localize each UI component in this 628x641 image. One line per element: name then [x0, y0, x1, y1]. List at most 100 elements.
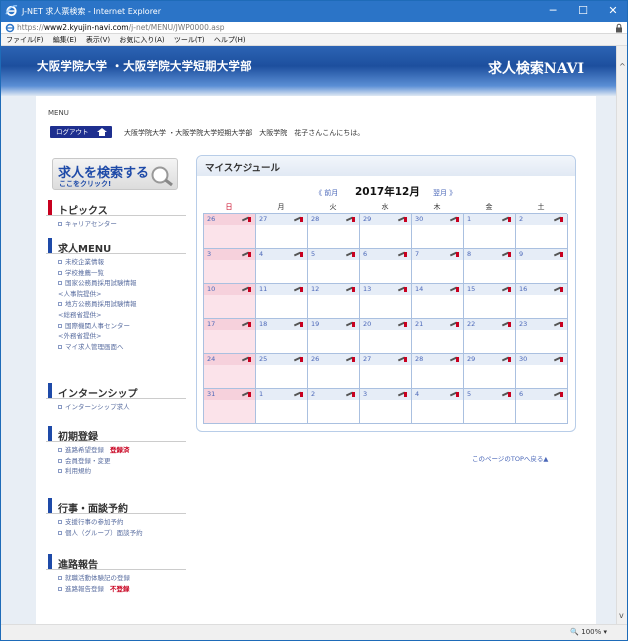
calendar-day-cell[interactable]: 17 [204, 319, 256, 354]
edit-pencil-icon[interactable] [346, 251, 355, 258]
edit-pencil-icon[interactable] [398, 251, 407, 258]
edit-pencil-icon[interactable] [294, 216, 303, 223]
edit-pencil-icon[interactable] [398, 356, 407, 363]
edit-pencil-icon[interactable] [502, 286, 511, 293]
calendar-day-cell[interactable]: 25 [256, 354, 308, 389]
edit-pencil-icon[interactable] [242, 286, 251, 293]
calendar-day-cell[interactable]: 23 [516, 319, 568, 354]
edit-pencil-icon[interactable] [346, 216, 355, 223]
edit-pencil-icon[interactable] [502, 321, 511, 328]
edit-pencil-icon[interactable] [502, 391, 511, 398]
calendar-day-cell[interactable]: 2 [516, 214, 568, 249]
edit-pencil-icon[interactable] [398, 321, 407, 328]
address-bar[interactable]: https://www2.kyujin-navi.com/j-net/MENU/… [1, 22, 627, 34]
menu-favorites[interactable]: お気に入り(A) [119, 34, 164, 46]
calendar-day-cell[interactable]: 10 [204, 284, 256, 319]
edit-pencil-icon[interactable] [346, 321, 355, 328]
calendar-day-cell[interactable]: 28 [308, 214, 360, 249]
edit-pencil-icon[interactable] [554, 286, 563, 293]
calendar-day-cell[interactable]: 24 [204, 354, 256, 389]
sidebar-link[interactable]: 学校推薦一覧 [58, 268, 186, 279]
sidebar-link[interactable]: キャリアセンター [58, 219, 186, 230]
logout-button[interactable]: ログアウト [50, 126, 112, 138]
edit-pencil-icon[interactable] [346, 356, 355, 363]
close-button[interactable]: ✕ [603, 3, 623, 19]
calendar-day-cell[interactable]: 21 [412, 319, 464, 354]
edit-pencil-icon[interactable] [398, 391, 407, 398]
maximize-button[interactable]: ☐ [573, 3, 593, 19]
sidebar-link[interactable]: 未校企業情報 [58, 257, 186, 268]
sidebar-link-provider[interactable]: <総務省提供> [58, 310, 186, 321]
calendar-day-cell[interactable]: 30 [516, 354, 568, 389]
calendar-day-cell[interactable]: 18 [256, 319, 308, 354]
calendar-day-cell[interactable]: 1 [256, 389, 308, 424]
edit-pencil-icon[interactable] [242, 216, 251, 223]
url-text[interactable]: https://www2.kyujin-navi.com/j-net/MENU/… [17, 23, 225, 32]
scroll-up-icon[interactable]: ^ [619, 62, 626, 71]
edit-pencil-icon[interactable] [450, 216, 459, 223]
sidebar-link[interactable]: 会員登録・変更 [58, 456, 186, 467]
sidebar-link[interactable]: 個人（グループ）面談予約 [58, 528, 186, 539]
sidebar-link[interactable]: 進路希望登録 登録済 [58, 445, 186, 456]
calendar-day-cell[interactable]: 22 [464, 319, 516, 354]
back-to-top-link[interactable]: このページのTOPへ戻る▲ [472, 453, 548, 463]
menu-tools[interactable]: ツール(T) [174, 34, 205, 46]
calendar-day-cell[interactable]: 9 [516, 249, 568, 284]
edit-pencil-icon[interactable] [502, 216, 511, 223]
vertical-scrollbar[interactable]: ^ v [616, 46, 627, 624]
edit-pencil-icon[interactable] [554, 356, 563, 363]
calendar-day-cell[interactable]: 20 [360, 319, 412, 354]
edit-pencil-icon[interactable] [450, 391, 459, 398]
calendar-day-cell[interactable]: 31 [204, 389, 256, 424]
menu-help[interactable]: ヘルプ(H) [214, 34, 246, 46]
menu-file[interactable]: ファイル(F) [6, 34, 44, 46]
edit-pencil-icon[interactable] [502, 356, 511, 363]
calendar-day-cell[interactable]: 15 [464, 284, 516, 319]
sidebar-link[interactable]: 就職活動体験記の登録 [58, 573, 186, 584]
calendar-day-cell[interactable]: 3 [204, 249, 256, 284]
sidebar-link[interactable]: 進路報告登録 不登録 [58, 584, 186, 595]
edit-pencil-icon[interactable] [554, 216, 563, 223]
edit-pencil-icon[interactable] [294, 391, 303, 398]
edit-pencil-icon[interactable] [450, 321, 459, 328]
sidebar-link[interactable]: 地方公務員採用試験情報 [58, 299, 186, 310]
edit-pencil-icon[interactable] [242, 356, 251, 363]
edit-pencil-icon[interactable] [554, 321, 563, 328]
prev-month-link[interactable]: 《 前月 [315, 188, 338, 198]
edit-pencil-icon[interactable] [450, 286, 459, 293]
sidebar-link[interactable]: インターンシップ求人 [58, 402, 186, 413]
calendar-day-cell[interactable]: 6 [516, 389, 568, 424]
calendar-day-cell[interactable]: 19 [308, 319, 360, 354]
calendar-day-cell[interactable]: 28 [412, 354, 464, 389]
edit-pencil-icon[interactable] [502, 251, 511, 258]
calendar-day-cell[interactable]: 5 [464, 389, 516, 424]
edit-pencil-icon[interactable] [346, 286, 355, 293]
sidebar-link-provider[interactable]: <外務省提供> [58, 331, 186, 342]
scroll-down-icon[interactable]: v [619, 611, 624, 620]
sidebar-link[interactable]: マイ求人管理画面へ [58, 342, 186, 353]
calendar-day-cell[interactable]: 1 [464, 214, 516, 249]
calendar-day-cell[interactable]: 29 [464, 354, 516, 389]
edit-pencil-icon[interactable] [294, 286, 303, 293]
sidebar-link[interactable]: 支援行事の参加予約 [58, 517, 186, 528]
edit-pencil-icon[interactable] [294, 251, 303, 258]
calendar-day-cell[interactable]: 26 [308, 354, 360, 389]
calendar-day-cell[interactable]: 27 [360, 354, 412, 389]
sidebar-link[interactable]: 国家公務員採用試験情報 [58, 278, 186, 289]
calendar-day-cell[interactable]: 26 [204, 214, 256, 249]
job-search-button[interactable]: 求人を検索する ここをクリック! [52, 158, 178, 190]
sidebar-link[interactable]: 国際機関人事センター [58, 321, 186, 332]
edit-pencil-icon[interactable] [242, 321, 251, 328]
calendar-day-cell[interactable]: 6 [360, 249, 412, 284]
calendar-day-cell[interactable]: 27 [256, 214, 308, 249]
edit-pencil-icon[interactable] [450, 251, 459, 258]
calendar-day-cell[interactable]: 14 [412, 284, 464, 319]
calendar-day-cell[interactable]: 2 [308, 389, 360, 424]
calendar-day-cell[interactable]: 7 [412, 249, 464, 284]
calendar-day-cell[interactable]: 16 [516, 284, 568, 319]
edit-pencil-icon[interactable] [242, 251, 251, 258]
menu-view[interactable]: 表示(V) [86, 34, 110, 46]
calendar-day-cell[interactable]: 4 [256, 249, 308, 284]
zoom-control[interactable]: 🔍 100% ▾ [570, 628, 607, 636]
calendar-day-cell[interactable]: 4 [412, 389, 464, 424]
